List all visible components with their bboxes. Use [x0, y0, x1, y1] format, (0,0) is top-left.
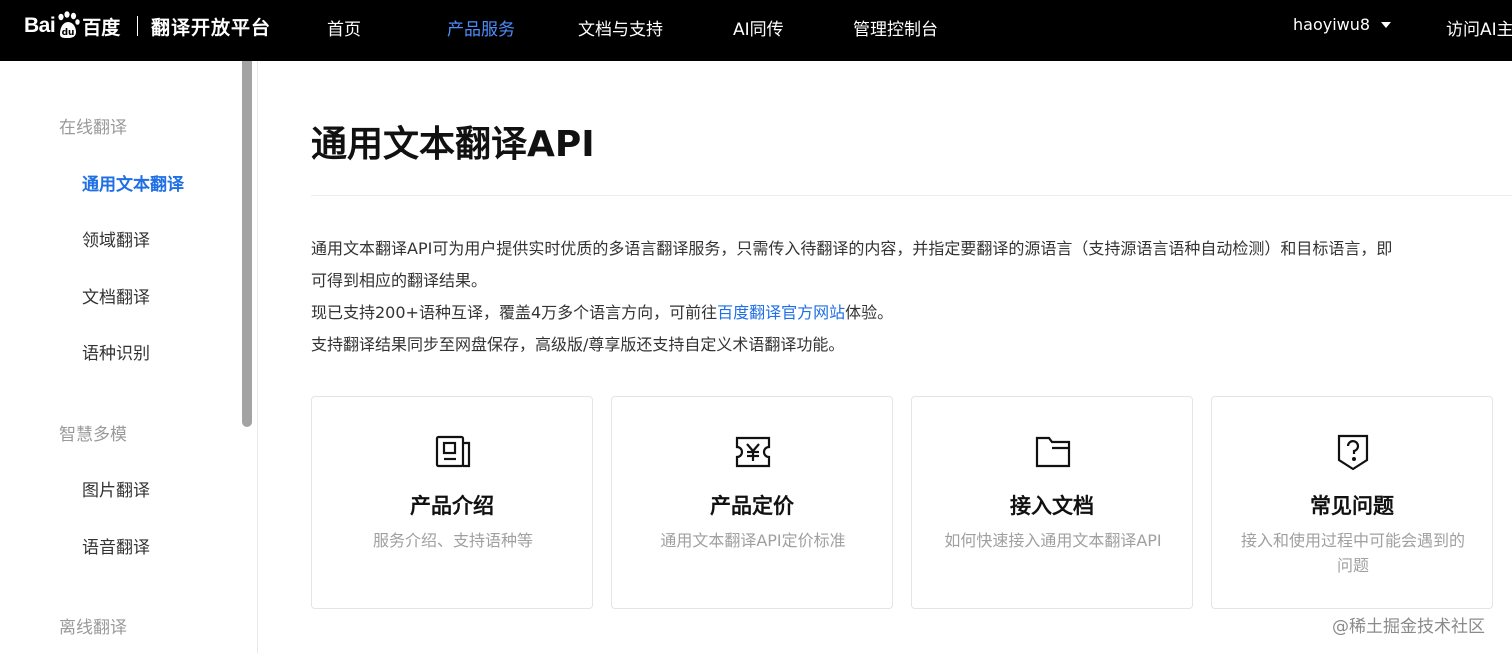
card-description: 如何快速接入通用文本翻译API — [944, 531, 1162, 550]
folder-icon — [1034, 433, 1072, 471]
baidu-translate-site-link[interactable]: 百度翻译官方网站 — [717, 303, 845, 322]
sidebar-item-image[interactable]: 图片翻译 — [82, 476, 150, 501]
nav-home[interactable]: 首页 — [327, 15, 361, 40]
nav-products[interactable]: 产品服务 — [447, 15, 515, 40]
title-divider — [311, 195, 1512, 196]
intro-line-3-suffix: 体验。 — [845, 303, 894, 322]
intro-line-1: 通用文本翻译API可为用户提供实时优质的多语言翻译服务，只需传入待翻译的内容，并… — [311, 239, 1393, 258]
card-title: 常见问题 — [1310, 494, 1394, 518]
intro-line-3: 现已支持200+语种互译，覆盖4万多个语言方向，可前往百度翻译官方网站体验。 — [311, 297, 893, 329]
pricing-icon — [734, 433, 772, 471]
card-faq[interactable]: 常见问题 接入和使用过程中可能会遇到的问题 — [1211, 396, 1493, 609]
logo-text-bai: Bai — [24, 14, 56, 37]
card-title: 产品介绍 — [410, 494, 494, 518]
intro-line-3-prefix: 现已支持200+语种互译，覆盖4万多个语言方向，可前往 — [311, 303, 718, 322]
card-description: 通用文本翻译API定价标准 — [660, 531, 846, 550]
nav-console[interactable]: 管理控制台 — [853, 15, 938, 40]
product-intro-icon — [434, 433, 472, 471]
intro-line-2: 可得到相应的翻译结果。 — [311, 271, 488, 290]
platform-name[interactable]: 翻译开放平台 — [151, 13, 271, 40]
card-pricing[interactable]: 产品定价 通用文本翻译API定价标准 — [611, 396, 893, 609]
sidebar-item-general-text[interactable]: 通用文本翻译 — [82, 170, 184, 195]
page-title: 通用文本翻译API — [311, 124, 595, 165]
sidebar-item-speech[interactable]: 语音翻译 — [82, 533, 150, 558]
card-title: 产品定价 — [710, 494, 794, 518]
paw-logo-icon: du — [56, 11, 80, 41]
nav-docs-support[interactable]: 文档与支持 — [578, 15, 663, 40]
card-docs[interactable]: 接入文档 如何快速接入通用文本翻译API — [911, 396, 1193, 609]
card-product-intro[interactable]: 产品介绍 服务介绍、支持语种等 — [311, 396, 593, 609]
question-shield-icon — [1334, 433, 1372, 471]
card-description: 接入和使用过程中可能会遇到的问题 — [1240, 531, 1465, 575]
logo-text-baidu-cn: 百度 — [82, 16, 121, 39]
sidebar-group-offline: 离线翻译 — [59, 618, 127, 638]
sidebar-item-domain[interactable]: 领域翻译 — [82, 226, 150, 251]
caret-down-icon — [1381, 22, 1392, 28]
sidebar-item-document[interactable]: 文档翻译 — [82, 283, 150, 308]
logo-divider — [137, 16, 138, 36]
card-title: 接入文档 — [1010, 494, 1094, 518]
top-navbar: Bai du 百度 翻译开放平台 首页 产品服务 文档与支持 AI同传 管理控制… — [0, 0, 1512, 61]
nav-ai-interpretation[interactable]: AI同传 — [733, 15, 784, 40]
intro-line-4: 支持翻译结果同步至网盘保存，高级版/尊享版还支持自定义术语翻译功能。 — [311, 335, 845, 354]
username: haoyiwu8 — [1293, 15, 1371, 34]
sidebar-item-language-detect[interactable]: 语种识别 — [82, 339, 150, 364]
sidebar-scrollbar[interactable] — [242, 61, 252, 427]
user-menu[interactable]: haoyiwu8 — [1293, 15, 1392, 34]
sidebar-group-multimodal: 智慧多模 — [59, 425, 127, 445]
sidebar-group-online: 在线翻译 — [59, 118, 127, 138]
baidu-logo[interactable]: Bai du 百度 — [24, 6, 120, 46]
watermark: @稀土掘金技术社区 — [1332, 617, 1485, 637]
visit-ai-link[interactable]: 访问AI主 — [1446, 15, 1512, 40]
sidebar: 在线翻译 通用文本翻译 领域翻译 文档翻译 语种识别 智慧多模 图片翻译 语音翻… — [0, 61, 258, 653]
svg-text:du: du — [62, 28, 75, 38]
card-description: 服务介绍、支持语种等 — [372, 531, 533, 550]
